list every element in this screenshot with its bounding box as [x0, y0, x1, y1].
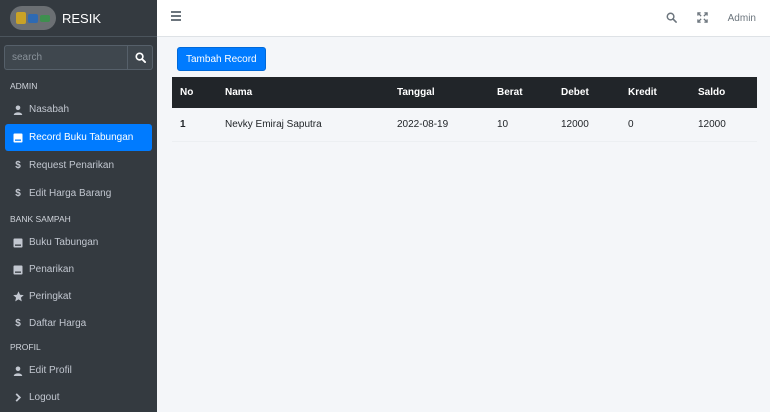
user-menu[interactable]: Admin [728, 13, 756, 24]
dollar-icon: $ [15, 318, 21, 329]
column-header-tanggal: Tanggal [397, 87, 435, 98]
sidebar-item-label: Logout [29, 392, 60, 403]
brand-logo [10, 6, 56, 30]
star-icon [11, 291, 25, 302]
sidebar-header-bank-sampah: BANK SAMPAH [10, 214, 71, 224]
search-icon [134, 52, 146, 63]
navbar-right: Admin [666, 0, 756, 37]
user-icon [11, 366, 25, 376]
sidebar-item-label: Peringkat [29, 291, 72, 302]
user-icon [11, 105, 25, 115]
column-header-saldo: Saldo [698, 87, 726, 98]
column-header-kredit: Kredit [628, 87, 657, 98]
cell-tanggal: 2022-08-19 [389, 108, 489, 142]
cell-saldo: 12000 [690, 108, 757, 142]
sidebar-item-buku-tabungan[interactable]: Buku Tabungan [5, 229, 152, 256]
dollar-icon: $ [15, 188, 21, 199]
search-input[interactable] [4, 45, 127, 70]
table-row: 1 Nevky Emiraj Saputra 2022-08-19 10 120… [172, 108, 757, 142]
sidebar-header-admin: ADMIN [10, 81, 38, 91]
chevron-right-icon [11, 393, 25, 402]
sidebar-search [4, 45, 153, 70]
book-icon [11, 133, 25, 143]
sidebar-header-profil: PROFIL [10, 342, 41, 352]
sidebar-item-edit-harga-barang[interactable]: $ Edit Harga Barang [5, 180, 152, 207]
sidebar-item-peringkat[interactable]: Peringkat [5, 283, 152, 310]
sidebar-item-label: Buku Tabungan [29, 237, 99, 248]
main-content: Tambah Record No Nama Tanggal Berat Debe… [157, 37, 770, 412]
cell-no: 1 [172, 108, 217, 142]
column-header-debet: Debet [561, 87, 589, 98]
sidebar-item-label: Record Buku Tabungan [29, 132, 134, 143]
menu-toggle-icon[interactable] [171, 11, 181, 21]
cell-kredit: 0 [620, 108, 690, 142]
navbar-search-icon[interactable] [666, 12, 677, 26]
sidebar-item-label: Daftar Harga [29, 318, 87, 329]
top-navbar: Admin [157, 0, 770, 37]
cell-debet: 12000 [553, 108, 620, 142]
fullscreen-icon[interactable] [696, 11, 708, 26]
sidebar-item-penarikan[interactable]: Penarikan [5, 256, 152, 283]
sidebar-item-label: Nasabah [29, 104, 70, 115]
sidebar: RESIK ADMIN Nasabah Record Buku Tabungan… [0, 0, 157, 412]
sidebar-item-label: Penarikan [29, 264, 75, 275]
cell-berat: 10 [489, 108, 553, 142]
brand-link[interactable]: RESIK [0, 0, 157, 37]
dollar-icon: $ [15, 160, 21, 171]
record-table: No Nama Tanggal Berat Debet Kredit Saldo… [172, 77, 757, 142]
book-icon [11, 238, 25, 248]
book-icon [11, 265, 25, 275]
sidebar-item-logout[interactable]: Logout [5, 384, 152, 411]
sidebar-item-record-buku-tabungan[interactable]: Record Buku Tabungan [5, 124, 152, 151]
add-record-button[interactable]: Tambah Record [177, 47, 266, 71]
sidebar-item-label: Edit Profil [29, 365, 72, 376]
sidebar-item-daftar-harga[interactable]: $ Daftar Harga [5, 310, 152, 337]
sidebar-item-label: Request Penarikan [29, 160, 115, 171]
sidebar-item-request-penarikan[interactable]: $ Request Penarikan [5, 152, 152, 179]
column-header-no: No [180, 87, 194, 98]
sidebar-item-nasabah[interactable]: Nasabah [5, 96, 152, 123]
sidebar-item-edit-profil[interactable]: Edit Profil [5, 357, 152, 384]
search-button[interactable] [127, 45, 153, 70]
brand-name: RESIK [62, 10, 102, 26]
sidebar-item-label: Edit Harga Barang [29, 188, 112, 199]
cell-nama: Nevky Emiraj Saputra [217, 108, 389, 142]
column-header-nama: Nama [225, 87, 253, 98]
column-header-berat: Berat [497, 87, 523, 98]
table-header-row: No Nama Tanggal Berat Debet Kredit Saldo [172, 77, 757, 108]
